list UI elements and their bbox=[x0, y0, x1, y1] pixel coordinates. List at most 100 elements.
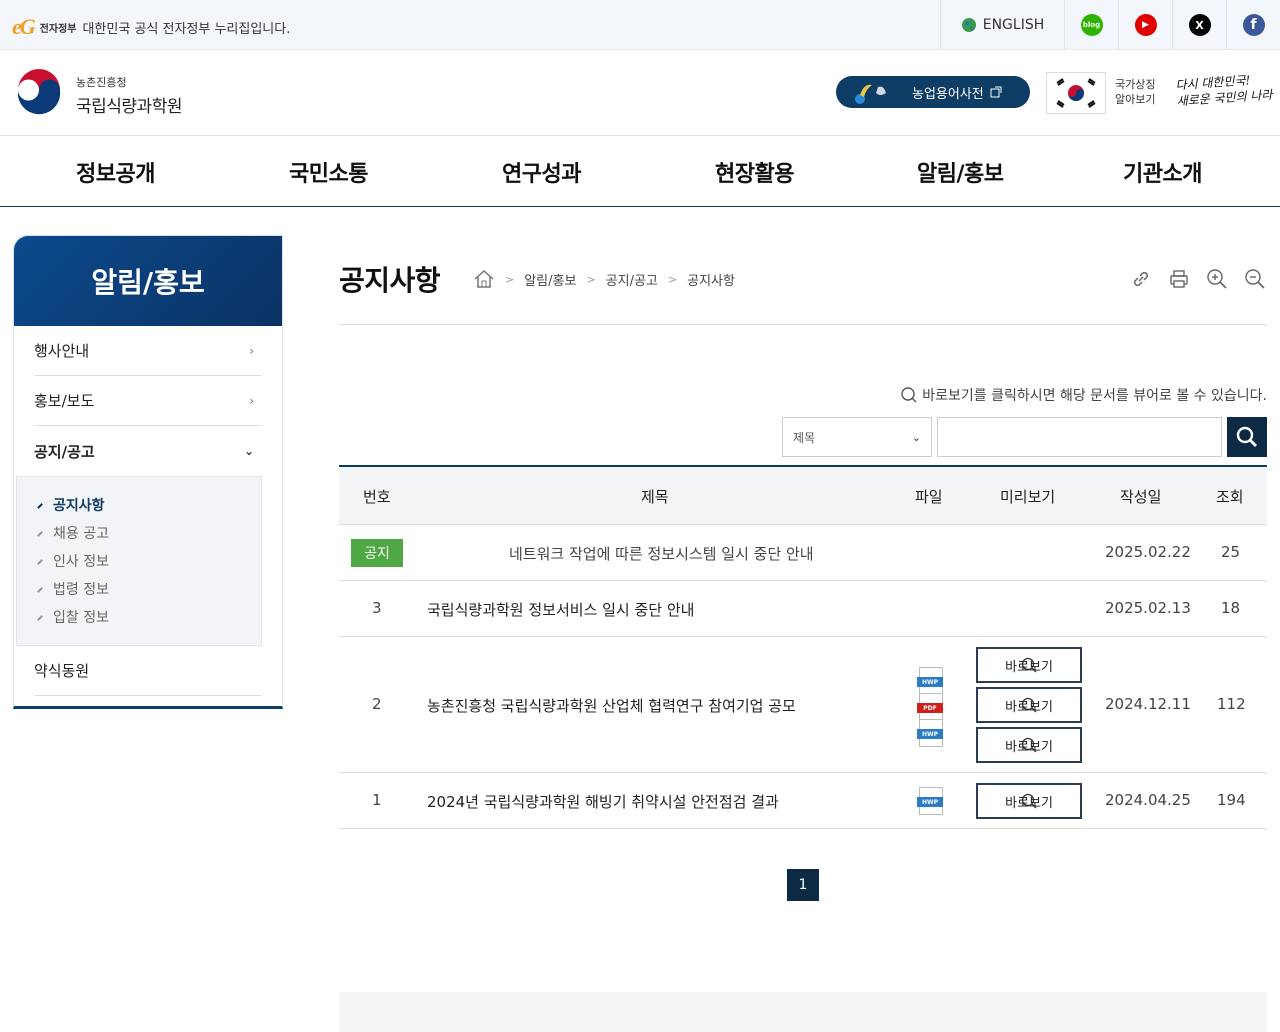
preview-button[interactable]: 바로보기 bbox=[976, 783, 1082, 819]
gnb-item-news[interactable]: 알림/홍보 bbox=[917, 156, 1004, 188]
row-number: 2 bbox=[372, 695, 382, 713]
gnb-item-about[interactable]: 기관소개 bbox=[1123, 156, 1202, 188]
sidebar-submenu: 공지사항 채용 공고 인사 정보 법령 정보 입찰 정보 bbox=[16, 476, 262, 646]
sns-youtube-link[interactable]: ▶ bbox=[1118, 0, 1172, 50]
sns-facebook-link[interactable]: f bbox=[1226, 0, 1280, 50]
row-title[interactable]: 2024년 국립식량과학원 해빙기 취약시설 안전점검 결과 bbox=[427, 791, 779, 812]
bottom-panel bbox=[339, 992, 1267, 1032]
sidebar-item-food[interactable]: 약식동원 bbox=[34, 646, 262, 696]
government-slogan: 다시 대한민국! 새로운 국민의 나라 bbox=[1175, 71, 1273, 110]
blog-icon: blog bbox=[1080, 14, 1103, 36]
preview-label: 바로보기 bbox=[1005, 699, 1053, 715]
preview-button[interactable]: 바로보기 bbox=[976, 727, 1082, 763]
search-input[interactable] bbox=[937, 417, 1222, 457]
search-field-select[interactable]: 제목 ⌄ bbox=[782, 417, 932, 457]
preview-label: 바로보기 bbox=[1005, 739, 1053, 755]
bullet-icon bbox=[37, 615, 43, 621]
zoom-out-icon[interactable] bbox=[1243, 267, 1267, 291]
link-copy-icon[interactable] bbox=[1129, 267, 1153, 291]
row-title[interactable]: 네트워크 작업에 따른 정보시스템 일시 중단 안내 bbox=[509, 543, 814, 564]
side-nav-title: 알림/홍보 bbox=[14, 236, 282, 326]
page-tools bbox=[1129, 267, 1267, 291]
sidebar-item-press[interactable]: 홍보/보도 › bbox=[34, 376, 262, 426]
globe-icon bbox=[961, 18, 976, 32]
top-bar: eG 전자정부 대한민국 공식 전자정부 누리집입니다. ENGLISH blo… bbox=[0, 0, 1280, 50]
table-row[interactable]: 2 농촌진흥청 국립식량과학원 산업체 협력연구 참여기업 공모 HWP PDF… bbox=[339, 637, 1267, 773]
breadcrumb-item[interactable]: 공지사항 bbox=[687, 270, 735, 289]
print-icon[interactable] bbox=[1167, 267, 1191, 291]
submenu-item-bid[interactable]: 입찰 정보 bbox=[37, 607, 109, 627]
table-header: 번호 제목 파일 미리보기 작성일 조회 bbox=[339, 467, 1267, 525]
main-navigation: 정보공개 국민소통 연구성과 현장활용 알림/홍보 기관소개 bbox=[0, 136, 1280, 207]
national-symbol-link[interactable]: 국가상징 알아보기 bbox=[1115, 77, 1155, 107]
egov-mark-icon: eG bbox=[12, 14, 36, 39]
notice-table: 번호 제목 파일 미리보기 작성일 조회 공지 네트워크 작업에 따른 정보시스… bbox=[339, 465, 1267, 829]
zoom-in-icon[interactable] bbox=[1205, 267, 1229, 291]
submenu-item-recruit[interactable]: 채용 공고 bbox=[37, 523, 109, 543]
table-row[interactable]: 1 2024년 국립식량과학원 해빙기 취약시설 안전점검 결과 HWP 바로보… bbox=[339, 773, 1267, 829]
submenu-item-personnel[interactable]: 인사 정보 bbox=[37, 551, 109, 571]
breadcrumb-separator-icon: > bbox=[505, 272, 515, 286]
bullet-icon bbox=[37, 531, 43, 537]
site-logo[interactable]: 농촌진흥청 국립식량과학원 bbox=[76, 74, 182, 117]
breadcrumb-separator-icon: > bbox=[586, 272, 596, 286]
sidebar-item-notices[interactable]: 공지/공고 ⌄ bbox=[34, 426, 262, 476]
row-hits: 25 bbox=[1221, 543, 1241, 561]
national-symbol-line1: 국가상징 bbox=[1115, 78, 1156, 91]
title-divider bbox=[339, 324, 1267, 325]
row-date: 2024.04.25 bbox=[1105, 791, 1191, 809]
row-number: 3 bbox=[372, 599, 382, 617]
preview-label: 바로보기 bbox=[1005, 795, 1053, 811]
preview-button[interactable]: 바로보기 bbox=[976, 687, 1082, 723]
table-row[interactable]: 3 국립식량과학원 정보서비스 일시 중단 안내 2025.02.13 18 bbox=[339, 581, 1267, 637]
bullet-icon bbox=[37, 559, 43, 565]
preview-label: 바로보기 bbox=[1005, 659, 1053, 675]
pagination-page-1[interactable]: 1 bbox=[787, 869, 819, 901]
preview-button[interactable]: 바로보기 bbox=[976, 647, 1082, 683]
breadcrumb-item[interactable]: 알림/홍보 bbox=[524, 270, 576, 289]
col-header-date: 작성일 bbox=[1120, 488, 1162, 506]
viewer-notice: 바로보기를 클릭하시면 해당 문서를 뷰어로 볼 수 있습니다. bbox=[900, 385, 1267, 405]
row-title[interactable]: 농촌진흥청 국립식량과학원 산업체 협력연구 참여기업 공모 bbox=[427, 695, 796, 716]
english-link[interactable]: ENGLISH bbox=[940, 0, 1064, 50]
x-icon: X bbox=[1188, 14, 1211, 36]
row-hits: 194 bbox=[1217, 791, 1246, 809]
chevron-right-icon: › bbox=[249, 343, 254, 358]
row-date: 2025.02.22 bbox=[1105, 543, 1191, 561]
row-hits: 112 bbox=[1217, 695, 1246, 713]
row-number: 1 bbox=[372, 791, 382, 809]
bullet-icon bbox=[37, 503, 43, 509]
taegeuk-emblem-icon[interactable] bbox=[14, 68, 64, 118]
chevron-down-icon: ⌄ bbox=[243, 444, 254, 458]
submenu-item-notice[interactable]: 공지사항 bbox=[37, 495, 105, 515]
gnb-item-info[interactable]: 정보공개 bbox=[76, 156, 155, 188]
submenu-item-law[interactable]: 법령 정보 bbox=[37, 579, 109, 599]
egov-text: 대한민국 공식 전자정부 누리집입니다. bbox=[82, 21, 291, 37]
hwp-file-icon[interactable]: HWP bbox=[917, 667, 943, 695]
page-title: 공지사항 bbox=[339, 264, 441, 297]
top-links: ENGLISH blog ▶ X f bbox=[940, 0, 1280, 50]
sns-x-link[interactable]: X bbox=[1172, 0, 1226, 50]
youtube-icon: ▶ bbox=[1134, 14, 1157, 36]
col-header-file: 파일 bbox=[915, 488, 943, 506]
sns-blog-link[interactable]: blog bbox=[1064, 0, 1118, 50]
gnb-item-research[interactable]: 연구성과 bbox=[502, 156, 581, 188]
hwp-file-icon[interactable]: HWP bbox=[917, 787, 943, 815]
agri-dictionary-button[interactable]: 농업용어사전 bbox=[836, 76, 1030, 108]
pdf-file-icon[interactable]: PDF bbox=[917, 693, 943, 721]
national-flag-icon[interactable] bbox=[1046, 72, 1106, 114]
search-button[interactable] bbox=[1227, 417, 1267, 457]
submenu-label: 채용 공고 bbox=[53, 526, 109, 542]
chevron-right-icon: › bbox=[249, 393, 254, 408]
sidebar-item-label: 공지/공고 bbox=[34, 442, 95, 461]
breadcrumb-item[interactable]: 공지/공고 bbox=[606, 270, 658, 289]
sidebar-item-events[interactable]: 행사안내 › bbox=[34, 326, 262, 376]
gnb-item-communication[interactable]: 국민소통 bbox=[289, 156, 368, 188]
home-icon[interactable] bbox=[473, 269, 495, 289]
table-row[interactable]: 공지 네트워크 작업에 따른 정보시스템 일시 중단 안내 2025.02.22… bbox=[339, 525, 1267, 581]
row-title[interactable]: 국립식량과학원 정보서비스 일시 중단 안내 bbox=[427, 599, 694, 620]
viewer-notice-text: 바로보기를 클릭하시면 해당 문서를 뷰어로 볼 수 있습니다. bbox=[922, 388, 1267, 404]
hwp-file-icon[interactable]: HWP bbox=[917, 719, 943, 747]
breadcrumb: > 알림/홍보 > 공지/공고 > 공지사항 bbox=[473, 269, 735, 289]
gnb-item-field[interactable]: 현장활용 bbox=[715, 156, 794, 188]
